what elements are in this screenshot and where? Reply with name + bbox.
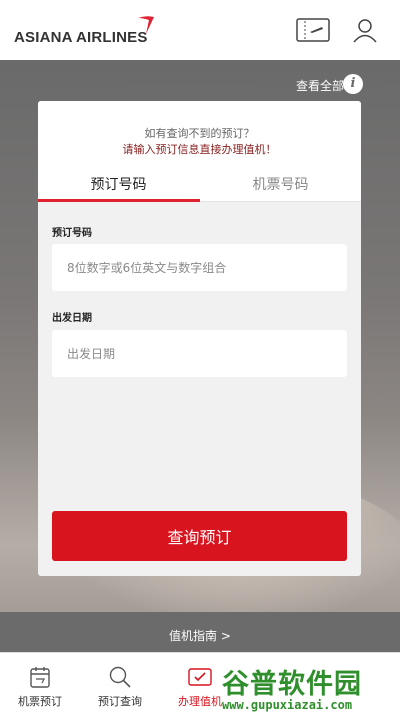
watermark-url: www.gupuxiazai.com — [222, 698, 353, 712]
search-icon — [109, 666, 131, 688]
departure-date-label: 出发日期 — [52, 313, 92, 324]
tabbar-label-lookup: 预订查询 — [98, 695, 142, 708]
tabbar-item-lookup[interactable]: 预订查询 — [80, 653, 160, 721]
tabbar-label-booking: 机票预订 — [18, 695, 62, 708]
logo-swoosh-icon — [138, 16, 154, 34]
checkin-guide-label: 值机指南 — [169, 629, 218, 643]
departure-date-input[interactable] — [52, 330, 347, 377]
search-booking-button[interactable]: 查询预订 — [52, 511, 347, 561]
booking-number-label: 预订号码 — [52, 228, 92, 239]
app-logo: ASIANA AIRLINES — [14, 29, 148, 46]
watermark: 谷普软件园 www.gupuxiazai.com — [222, 660, 400, 720]
checkin-lookup-card: 如有查询不到的预订？ 请输入预订信息直接办理值机！ 预订号码 机票号码 预订号码… — [38, 101, 361, 576]
tab-ticket-number[interactable]: 机票号码 — [200, 174, 361, 194]
user-icon[interactable] — [352, 17, 378, 43]
hint-question: 如有查询不到的预订？ — [144, 127, 255, 140]
booking-number-input[interactable] — [52, 244, 347, 291]
tab-booking-number[interactable]: 预订号码 — [38, 174, 199, 194]
chevron-right-icon: > — [220, 629, 231, 643]
checkin-guide-link[interactable]: 值机指南 > — [0, 627, 400, 644]
tabbar-item-booking[interactable]: 机票预订 — [0, 653, 80, 721]
calendar-icon — [30, 667, 50, 688]
watermark-title: 谷普软件园 — [222, 669, 362, 700]
active-tab-indicator — [38, 199, 200, 202]
checkin-icon — [188, 668, 212, 686]
hint-instruction: 请输入预订信息直接办理值机！ — [122, 143, 277, 156]
boarding-pass-icon[interactable] — [296, 18, 330, 42]
info-icon[interactable]: i — [343, 74, 363, 94]
app-header: ASIANA AIRLINES — [0, 0, 400, 60]
view-all-link[interactable]: 查看全部 — [296, 77, 344, 94]
